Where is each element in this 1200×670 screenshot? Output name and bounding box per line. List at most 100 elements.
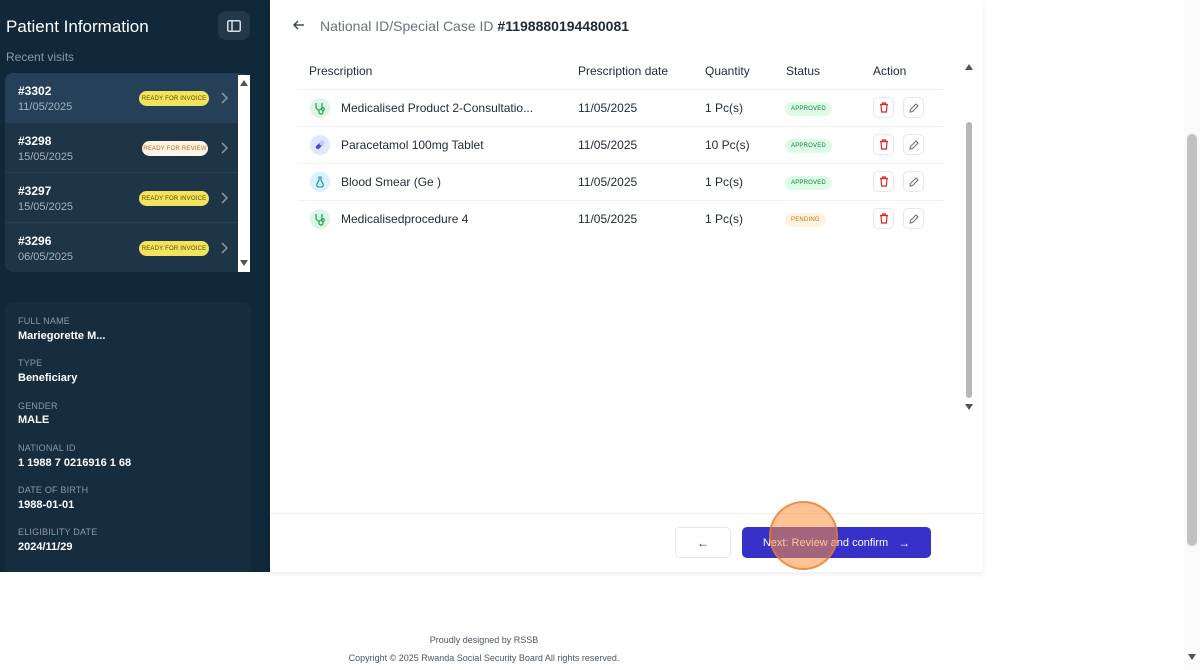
next-review-confirm-button[interactable]: Next: Review and confirm → [742,527,931,558]
prescription-name: Paracetamol 100mg Tablet [341,138,484,152]
column-header-date: Prescription date [578,64,669,78]
table-row: Medicalised Product 2-Consultatio... 11/… [298,89,943,126]
status-badge: APPROVED [785,139,832,153]
scroll-down-icon[interactable] [1188,653,1196,661]
trash-icon [879,102,888,113]
status-badge: APPROVED [785,176,832,190]
delete-button[interactable] [873,97,894,118]
recent-visits-label: Recent visits [6,50,75,64]
visits-scrollbar[interactable] [238,75,250,272]
pencil-icon [908,213,919,224]
scroll-down-icon[interactable] [965,403,973,411]
scroll-up-icon[interactable] [965,63,973,71]
sidebar-title: Patient Information [6,17,149,36]
column-header-status: Status [786,64,821,78]
stethoscope-icon [310,209,330,229]
stethoscope-icon [310,98,330,118]
visit-item[interactable]: #3302 11/05/2025 READY FOR INVOICE [5,73,238,123]
visit-id: #3298 [18,134,52,148]
status-badge: READY FOR INVOICE [139,191,209,206]
full-name-value: Mariegorette M... [18,330,106,342]
visit-id: #3302 [18,84,52,98]
prescription-quantity: 10 Pc(s) [705,138,750,152]
column-header-prescription: Prescription [309,64,373,78]
trash-icon [879,213,888,224]
prescription-quantity: 1 Pc(s) [705,212,744,226]
test-tube-icon [310,172,330,192]
field-label: TYPE [18,358,43,368]
panel-left-icon [227,19,241,32]
page-scrollbar[interactable] [1184,0,1200,670]
field-label: FULL NAME [18,316,70,326]
visit-item[interactable]: #3298 15/05/2025 READY FOR REVIEW [5,123,238,173]
case-id-value: #1198880194480081 [497,18,630,34]
case-id-heading: National ID/Special Case ID #11988801944… [320,18,629,34]
pencil-icon [908,102,919,113]
status-badge: READY FOR INVOICE [139,241,209,256]
arrow-right-icon: → [898,535,911,550]
visit-item[interactable]: #3297 15/05/2025 READY FOR INVOICE [5,173,238,223]
patient-details-card: FULL NAME Mariegorette M... TYPE Benefic… [5,302,251,572]
visit-id: #3297 [18,184,52,198]
table-scrollbar[interactable] [963,60,975,415]
scroll-up-icon[interactable] [240,79,248,87]
national-id-value: 1 1988 7 0216916 1 68 [18,457,132,469]
chevron-right-icon [221,142,229,154]
visit-id: #3296 [18,234,52,248]
case-id-label: National ID/Special Case ID [320,18,494,34]
scrollbar-thumb[interactable] [1187,134,1197,546]
visit-date: 15/05/2025 [18,201,74,213]
column-header-action: Action [873,64,907,78]
visit-item[interactable]: #3296 06/05/2025 READY FOR INVOICE [5,223,238,272]
visit-date: 06/05/2025 [18,251,74,263]
field-label: DATE OF BIRTH [18,485,89,495]
status-badge: READY FOR REVIEW [142,141,208,156]
app: Patient Information Recent visits #3302 … [0,0,1200,670]
delete-button[interactable] [873,171,894,192]
prescription-name: Blood Smear (Ge ) [341,175,442,189]
delete-button[interactable] [873,208,894,229]
chevron-right-icon [221,192,229,204]
column-header-quantity: Quantity [705,64,750,78]
eligibility-date-value: 2024/11/29 [18,541,73,553]
prescription-quantity: 1 Pc(s) [705,101,744,115]
recent-visits-list: #3302 11/05/2025 READY FOR INVOICE #3298… [5,73,250,272]
status-badge: PENDING [785,213,826,227]
prescription-date: 11/05/2025 [578,212,638,226]
field-label: ELIGIBILITY DATE [18,527,98,537]
arrow-left-icon: ← [697,535,709,550]
prescription-name: Medicalised Product 2-Consultatio... [341,101,534,115]
pencil-icon [908,176,919,187]
prescription-date: 11/05/2025 [578,101,638,115]
table-row: Medicalisedprocedure 4 11/05/2025 1 Pc(s… [298,200,943,237]
patient-sidebar: Patient Information Recent visits #3302 … [0,0,270,572]
edit-button[interactable] [903,134,924,155]
type-value: Beneficiary [18,372,78,384]
prescription-name: Medicalisedprocedure 4 [341,212,469,226]
trash-icon [879,176,888,187]
scrollbar-thumb[interactable] [966,122,972,398]
back-arrow-icon[interactable] [292,18,306,32]
sidebar-toggle-button[interactable] [218,11,250,40]
previous-button[interactable]: ← [675,527,731,558]
date-of-birth-value: 1988-01-01 [18,499,75,511]
table-row: Paracetamol 100mg Tablet 11/05/2025 10 P… [298,126,943,163]
copyright-text: Copyright © 2025 Rwanda Social Security … [348,653,620,663]
divider [270,513,983,514]
prescriptions-panel: National ID/Special Case ID #11988801944… [270,0,983,572]
delete-button[interactable] [873,134,894,155]
pencil-icon [908,139,919,150]
edit-button[interactable] [903,97,924,118]
edit-button[interactable] [903,208,924,229]
scroll-down-icon[interactable] [240,259,248,267]
prescription-date: 11/05/2025 [578,138,638,152]
chevron-right-icon [221,242,229,254]
field-label: GENDER [18,401,58,411]
field-label: NATIONAL ID [18,443,76,453]
trash-icon [879,139,888,150]
edit-button[interactable] [903,171,924,192]
visit-date: 11/05/2025 [18,101,73,113]
visit-date: 15/05/2025 [18,151,74,163]
gender-value: MALE [18,414,50,426]
next-button-label: Next: Review and confirm [762,536,889,549]
